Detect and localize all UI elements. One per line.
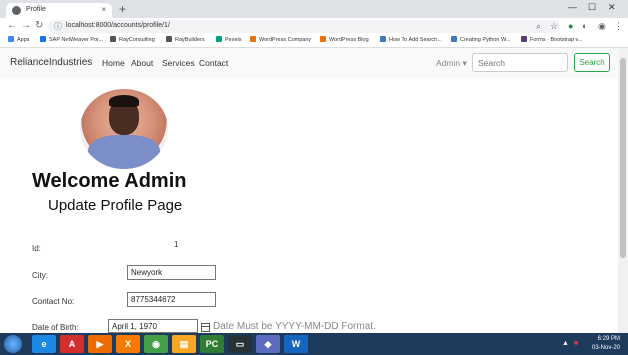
apps-grid-icon [8,36,14,42]
zoom-icon[interactable]: ⌕ [536,21,541,32]
bookmark-icon [216,36,222,42]
city-label: City: [32,271,48,280]
dob-hint: Date Must be YYYY-MM-DD Format. [213,321,376,332]
user-menu-dropdown[interactable]: Admin ▾ [436,58,467,69]
globe-icon [12,6,21,15]
bookmark-icon [110,36,116,42]
bookmark-label: WordPress Blog [329,37,369,43]
nav-contact[interactable]: Contact [199,58,228,68]
url-text: localhost:8000/accounts/profile/1/ [66,22,170,29]
search-input[interactable] [472,53,568,72]
contact-input[interactable] [127,292,216,307]
tray-arrow-icon[interactable]: ▲ [562,340,569,347]
bookmark-label: Creating Python W... [460,37,511,43]
xampp-icon[interactable]: X [116,335,140,353]
start-button[interactable] [4,335,22,353]
bookmark-label: RayBuilders [175,37,205,43]
bookmark-raybuilders[interactable]: RayBuilders [166,36,205,43]
acrobat-icon[interactable]: A [60,335,84,353]
bookmark-icon [250,36,256,42]
bookmark-icon [166,36,172,42]
id-value: 1 [174,240,179,249]
address-bar-row: ← → ↻ ⓘ localhost:8000/accounts/profile/… [0,18,628,35]
tray-app-icon[interactable]: ■ [574,340,578,347]
word-icon[interactable]: W [284,335,308,353]
info-icon[interactable]: ⓘ [54,21,62,32]
bookmark-python[interactable]: Creating Python W... [451,36,510,43]
browser-tab-bar: Profile × + — ☐ ✕ [0,0,628,18]
maximize-button[interactable]: ☐ [588,2,596,13]
id-label: Id: [32,244,41,253]
windows-taskbar: e A ▶ X ◉ ▤ PC ▭ ◆ W ▲ ■ 6:29 PM 03-Nov-… [0,333,628,355]
minimize-button[interactable]: — [568,2,577,12]
page-scrollbar[interactable] [618,48,628,333]
extension-icon[interactable]: ● [568,21,573,31]
bookmark-icon [320,36,326,42]
scrollbar-thumb[interactable] [620,58,626,258]
tab-close-icon[interactable]: × [101,5,106,14]
new-tab-button[interactable]: + [119,2,126,16]
nav-about[interactable]: About [131,58,153,68]
forward-arrow-icon[interactable]: → [21,20,31,31]
bookmark-label: Forms · Bootstrap v... [530,37,583,43]
app-icon[interactable]: ◆ [256,335,280,353]
bookmark-label: Pexels [225,37,242,43]
nav-services[interactable]: Services [162,58,195,68]
clock-date: 03-Nov-20 [591,345,620,351]
city-input[interactable] [127,265,216,280]
terminal-icon[interactable]: ▭ [228,335,252,353]
bookmarks-bar: Apps SAP NetWeaver Por... RayConsulting … [0,35,628,48]
menu-kebab-icon[interactable]: ⋮ [614,21,623,32]
brand-link[interactable]: RelianceIndustries [10,57,92,68]
clock-time: 6:29 PM [597,336,620,342]
media-player-icon[interactable]: ▶ [88,335,112,353]
bookmark-apps[interactable]: Apps [8,36,30,43]
bookmark-sap[interactable]: SAP NetWeaver Por... [40,36,103,43]
close-window-button[interactable]: ✕ [608,2,616,13]
bookmark-label: Apps [17,37,30,43]
bookmark-label: How To Add Search... [389,37,442,43]
bookmark-icon [40,36,46,42]
extension-icon-2[interactable]: ◐ [582,21,587,31]
bookmark-wp-company[interactable]: WordPress Company [250,36,311,43]
reload-icon[interactable]: ↻ [35,20,43,31]
contact-label: Contact No: [32,297,75,306]
bookmark-pexels[interactable]: Pexels [216,36,242,43]
bookmark-icon [380,36,386,42]
avatar-shirt [88,135,160,169]
bookmark-wp-blog[interactable]: WordPress Blog [320,36,369,43]
chrome-icon[interactable]: ◉ [144,335,168,353]
bookmark-rayconsulting[interactable]: RayConsulting [110,36,155,43]
bookmark-bootstrap[interactable]: Forms · Bootstrap v... [521,36,582,43]
search-button[interactable]: Search [574,53,610,72]
star-icon[interactable]: ☆ [550,21,558,32]
bookmark-search[interactable]: How To Add Search... [380,36,442,43]
page-subtitle: Update Profile Page [48,197,183,214]
explorer-icon[interactable]: ▤ [172,335,196,353]
profile-avatar-icon[interactable]: ◉ [598,21,606,32]
dob-input[interactable] [108,319,198,333]
welcome-heading: Welcome Admin [32,170,187,192]
dob-label: Date of Birth: [32,323,79,332]
nav-home[interactable]: Home [102,58,125,68]
browser-tab[interactable]: Profile × [6,3,112,18]
bookmark-icon [451,36,457,42]
pycharm-icon[interactable]: PC [200,335,224,353]
bookmark-label: RayConsulting [119,37,155,43]
tab-title: Profile [26,6,46,13]
profile-avatar [80,89,168,169]
calendar-icon[interactable] [201,323,210,332]
ie-icon[interactable]: e [32,335,56,353]
avatar-hair [109,95,139,107]
bookmark-label: WordPress Company [259,37,312,43]
url-bar[interactable]: ⓘ localhost:8000/accounts/profile/1/ [48,20,560,33]
clock[interactable]: 6:29 PM 03-Nov-20 [592,335,620,353]
bookmark-label: SAP NetWeaver Por... [49,37,104,43]
back-arrow-icon[interactable]: ← [7,20,17,31]
bookmark-icon [521,36,527,42]
